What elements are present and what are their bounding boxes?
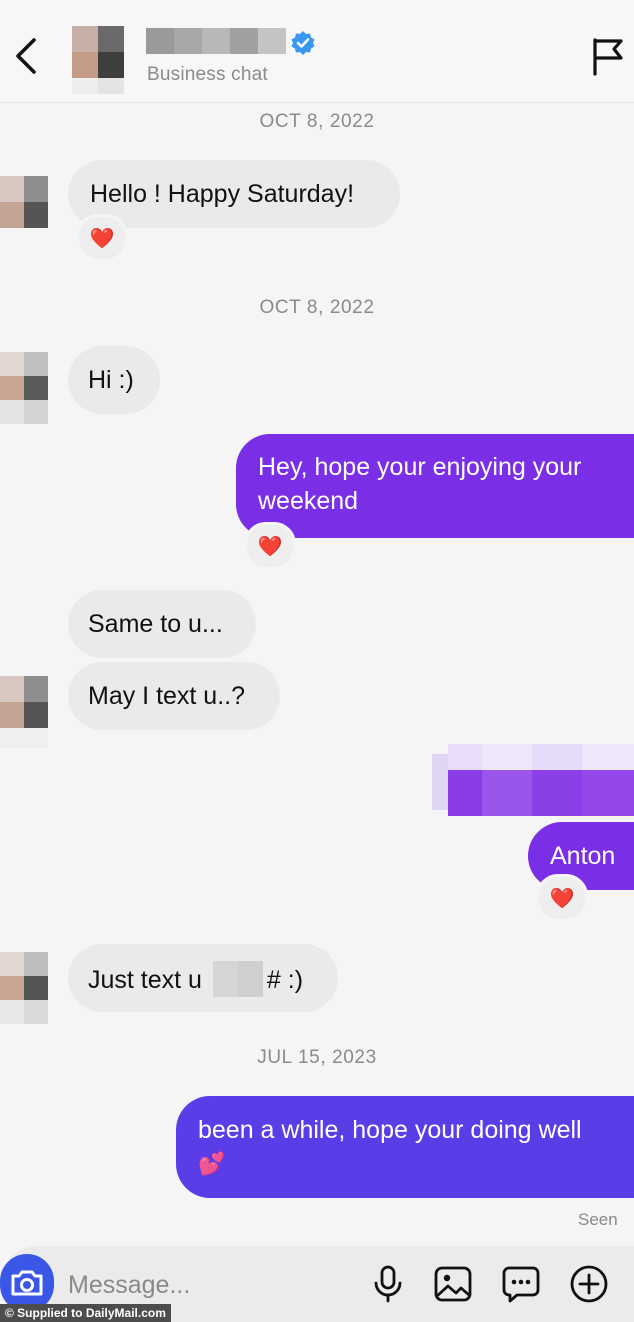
reaction-emoji: ❤️	[257, 535, 283, 558]
message-text: # :)	[266, 966, 304, 994]
message-text-line: weekend	[258, 487, 359, 515]
source-watermark: © Supplied to DailyMail.com	[0, 1304, 171, 1322]
sender-avatar[interactable]	[0, 676, 48, 748]
message-text: Hi :)	[88, 366, 134, 394]
message-input[interactable]	[66, 1263, 360, 1307]
sender-avatar[interactable]	[0, 176, 48, 248]
message-text-line: Hey, hope your enjoying your	[258, 453, 582, 481]
add-more-button[interactable]	[569, 1264, 609, 1304]
two-hearts-emoji: 💕	[198, 1151, 226, 1176]
redacted-number	[212, 961, 263, 997]
outgoing-message[interactable]: been a while, hope your doing well 💕	[176, 1096, 634, 1198]
sender-avatar[interactable]	[0, 952, 48, 1024]
heart-reaction-icon[interactable]: ❤️	[536, 874, 588, 922]
message-text: Hello ! Happy Saturday!	[90, 180, 355, 208]
image-icon	[434, 1266, 472, 1302]
date-separator: OCT 8, 2022	[259, 111, 375, 132]
verified-badge-icon	[290, 30, 316, 56]
sticker-message-button[interactable]	[501, 1264, 541, 1304]
seen-status: Seen	[578, 1210, 618, 1229]
contact-name-redacted	[146, 28, 286, 54]
heart-reaction-icon[interactable]: ❤️	[244, 522, 296, 570]
chat-header: Business chat	[0, 0, 634, 103]
redacted-outgoing-message[interactable]	[432, 744, 634, 820]
date-separator: JUL 15, 2023	[257, 1047, 377, 1068]
chat-subtitle: Business chat	[147, 64, 268, 85]
date-separator: OCT 8, 2022	[259, 297, 375, 318]
microphone-icon	[374, 1265, 402, 1303]
message-text: Anton	[550, 842, 616, 870]
outgoing-message[interactable]: Hey, hope your enjoying your weekend	[236, 434, 634, 538]
incoming-message[interactable]: Just text u # :)	[68, 944, 338, 1012]
flag-icon	[593, 38, 623, 76]
back-button[interactable]	[10, 34, 44, 78]
reaction-emoji: ❤️	[549, 887, 575, 910]
message-text: May I text u..?	[88, 682, 246, 710]
sender-avatar[interactable]	[0, 352, 48, 424]
incoming-message[interactable]: Hi :)	[68, 346, 160, 414]
report-flag-button[interactable]	[590, 36, 626, 78]
plus-circle-icon	[570, 1265, 608, 1303]
gallery-button[interactable]	[433, 1264, 473, 1304]
incoming-message[interactable]: May I text u..?	[68, 662, 280, 730]
incoming-message[interactable]: Same to u...	[68, 590, 256, 658]
reaction-emoji: ❤️	[89, 227, 115, 250]
heart-reaction-icon[interactable]: ❤️	[76, 214, 128, 262]
contact-avatar[interactable]	[72, 26, 124, 94]
message-text-line: been a while, hope your doing well	[198, 1116, 582, 1144]
microphone-button[interactable]	[368, 1264, 408, 1304]
chevron-left-icon	[16, 38, 36, 74]
chat-bubble-icon	[502, 1266, 540, 1303]
message-text: Just text u	[88, 966, 202, 994]
message-text: Same to u...	[88, 610, 223, 638]
